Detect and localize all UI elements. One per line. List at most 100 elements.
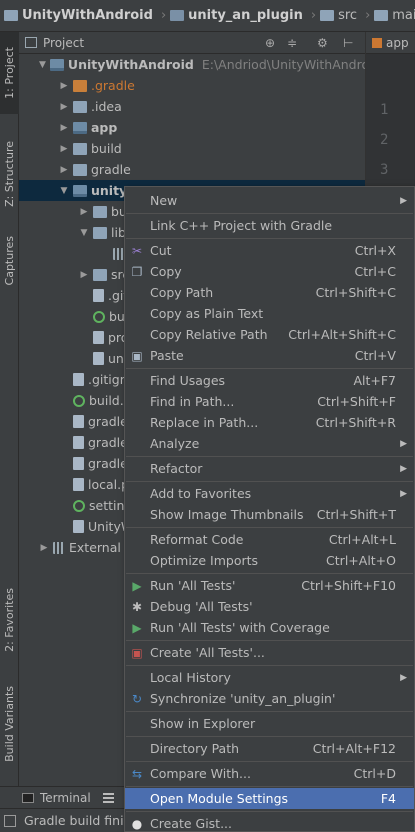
chevron-right-icon[interactable]: ▶ xyxy=(79,207,89,217)
breadcrumb-label: UnityWithAndroid xyxy=(22,8,153,23)
menu-item-optimize-imports[interactable]: Optimize Imports Ctrl+Alt+O xyxy=(125,550,414,571)
chevron-right-icon[interactable]: ▶ xyxy=(59,165,69,175)
compare-icon: ⇆ xyxy=(131,766,143,781)
gear-icon[interactable]: ⚙ xyxy=(317,36,328,50)
menu-item-local-history[interactable]: Local History ▶ xyxy=(125,667,414,688)
tab-project-label: 1: Project xyxy=(3,47,16,99)
menu-item-analyze[interactable]: Analyze ▶ xyxy=(125,433,414,454)
menu-item-paste[interactable]: ▣ Paste Ctrl+V xyxy=(125,345,414,366)
menu-item-create-all-tests[interactable]: ▣ Create 'All Tests'... xyxy=(125,642,414,663)
menu-item-show-in-explorer[interactable]: Show in Explorer xyxy=(125,713,414,734)
menu-item-run-all-tests[interactable]: ▶ Run 'All Tests' Ctrl+Shift+F10 xyxy=(125,575,414,596)
file-icon xyxy=(372,37,382,48)
menu-item-refactor[interactable]: Refactor ▶ xyxy=(125,458,414,479)
menu-item-run-all-tests-with-coverage[interactable]: ▶ Run 'All Tests' with Coverage xyxy=(125,617,414,638)
menu-separator xyxy=(126,761,413,762)
menu-item-find-in-path[interactable]: Find in Path... Ctrl+Shift+F xyxy=(125,391,414,412)
tree-row[interactable]: ▶ build xyxy=(19,138,365,159)
menu-item-show-image-thumbnails[interactable]: Show Image Thumbnails Ctrl+Shift+T xyxy=(125,504,414,525)
menu-item-label: Show in Explorer xyxy=(150,716,256,731)
editor-tab[interactable]: app xyxy=(366,32,415,54)
menu-item-add-to-favorites[interactable]: Add to Favorites ▶ xyxy=(125,483,414,504)
tree-row-label: .gradle xyxy=(91,78,135,93)
menu-item-open-module-settings[interactable]: Open Module Settings F4 xyxy=(125,788,414,809)
menu-separator xyxy=(126,481,413,482)
chevron-down-icon[interactable]: ▼ xyxy=(59,186,69,196)
editor-tab-label: app xyxy=(386,35,409,50)
breadcrumb-item[interactable]: src xyxy=(320,8,357,23)
menu-item-label: Show Image Thumbnails xyxy=(150,507,304,522)
menu-item-copy[interactable]: ❐ Copy Ctrl+C xyxy=(125,261,414,282)
menu-item-debug-all-tests[interactable]: ✱ Debug 'All Tests' xyxy=(125,596,414,617)
menu-item-shortcut: Ctrl+X xyxy=(354,243,396,258)
tree-row[interactable]: ▶ app xyxy=(19,117,365,138)
run-icon: ▶ xyxy=(132,578,142,593)
menu-item-label: Run 'All Tests' with Coverage xyxy=(150,620,330,635)
breadcrumb-item[interactable]: unity_an_plugin xyxy=(170,8,303,23)
tab-captures-label: Captures xyxy=(3,236,16,286)
tree-row[interactable]: ▶ gradle xyxy=(19,159,365,180)
menu-separator xyxy=(126,573,413,574)
submenu-arrow-icon: ▶ xyxy=(400,195,407,206)
menu-item-label: Local History xyxy=(150,670,231,685)
menu-item-replace-in-path[interactable]: Replace in Path... Ctrl+Shift+R xyxy=(125,412,414,433)
hide-panel-icon[interactable]: ⊢ xyxy=(343,36,353,50)
menu-item-new[interactable]: New ▶ xyxy=(125,190,414,211)
tree-row-label: app xyxy=(91,120,118,135)
menu-item-label: Copy xyxy=(150,264,182,279)
folder-icon xyxy=(4,10,18,21)
menu-item-copy-path[interactable]: Copy Path Ctrl+Shift+C xyxy=(125,282,414,303)
menu-item-label: Compare With... xyxy=(150,766,251,781)
tab-project[interactable]: 1: Project xyxy=(0,32,19,114)
tab-captures[interactable]: Captures xyxy=(0,228,19,294)
menu-item-shortcut: Ctrl+Shift+R xyxy=(315,415,396,430)
chevron-right-icon[interactable]: ▶ xyxy=(59,81,69,91)
coverage-icon: ▶ xyxy=(132,620,142,635)
menu-item-copy-as-plain-text[interactable]: Copy as Plain Text xyxy=(125,303,414,324)
collapse-all-icon[interactable]: ≑ xyxy=(287,36,297,50)
submenu-arrow-icon: ▶ xyxy=(400,463,407,474)
menu-item-label: Analyze xyxy=(150,436,200,451)
chevron-right-icon[interactable]: ▶ xyxy=(79,270,89,280)
chevron-right-icon[interactable]: ▶ xyxy=(39,543,49,553)
menu-item-label: Run 'All Tests' xyxy=(150,578,236,593)
scroll-from-source-icon[interactable]: ⊕ xyxy=(265,36,275,50)
menu-item-copy-relative-path[interactable]: Copy Relative Path Ctrl+Alt+Shift+C xyxy=(125,324,414,345)
todo-icon[interactable] xyxy=(102,792,114,803)
line-number: 2 xyxy=(380,132,389,148)
menu-item-create-gist[interactable]: ● Create Gist... xyxy=(125,813,414,832)
tab-structure[interactable]: Z: Structure xyxy=(0,128,19,220)
chevron-right-icon[interactable]: ▶ xyxy=(59,144,69,154)
tree-row[interactable]: ▶ .idea xyxy=(19,96,365,117)
breadcrumb-item[interactable]: UnityWithAndroid xyxy=(4,8,153,23)
file-icon xyxy=(73,478,84,491)
navigation-bar: UnityWithAndroid › unity_an_plugin › src › mai… xyxy=(0,0,415,32)
terminal-tab[interactable]: Terminal xyxy=(40,791,91,805)
tab-build-variants[interactable]: Build Variants xyxy=(0,678,19,770)
menu-item-shortcut: Ctrl+V xyxy=(354,348,396,363)
menu-item-label: Find in Path... xyxy=(150,394,235,409)
folder-icon xyxy=(73,79,87,92)
menu-item-find-usages[interactable]: Find Usages Alt+F7 xyxy=(125,370,414,391)
menu-item-cut[interactable]: ✂ Cut Ctrl+X xyxy=(125,240,414,261)
breadcrumb-item[interactable]: main xyxy=(374,8,415,23)
menu-item-synchronize-unity-an-plugin[interactable]: ↻ Synchronize 'unity_an_plugin' xyxy=(125,688,414,709)
menu-item-shortcut: Ctrl+D xyxy=(353,766,396,781)
menu-item-reformat-code[interactable]: Reformat Code Ctrl+Alt+L xyxy=(125,529,414,550)
menu-item-label: Paste xyxy=(150,348,184,363)
tab-favorites[interactable]: 2: Favorites xyxy=(0,580,19,660)
menu-item-compare-with[interactable]: ⇆ Compare With... Ctrl+D xyxy=(125,763,414,784)
menu-item-directory-path[interactable]: Directory Path Ctrl+Alt+F12 xyxy=(125,738,414,759)
left-tool-strip: 1: Project Z: Structure Captures 2: Favo… xyxy=(0,32,19,786)
breadcrumb-separator: › xyxy=(310,8,317,23)
chevron-down-icon[interactable]: ▼ xyxy=(39,60,46,70)
gradle-icon xyxy=(73,394,85,407)
breadcrumb-label: unity_an_plugin xyxy=(188,8,303,23)
tree-row[interactable]: ▼ UnityWithAndroid E:\Andriod\UnityWithAnd… xyxy=(19,54,381,75)
tree-row[interactable]: ▶ .gradle xyxy=(19,75,365,96)
menu-item-label: Replace in Path... xyxy=(150,415,259,430)
chevron-right-icon[interactable]: ▶ xyxy=(59,102,69,112)
menu-item-link-c-project-with-gradle[interactable]: Link C++ Project with Gradle xyxy=(125,215,414,236)
chevron-right-icon[interactable]: ▶ xyxy=(59,123,69,133)
chevron-down-icon[interactable]: ▼ xyxy=(79,228,89,238)
